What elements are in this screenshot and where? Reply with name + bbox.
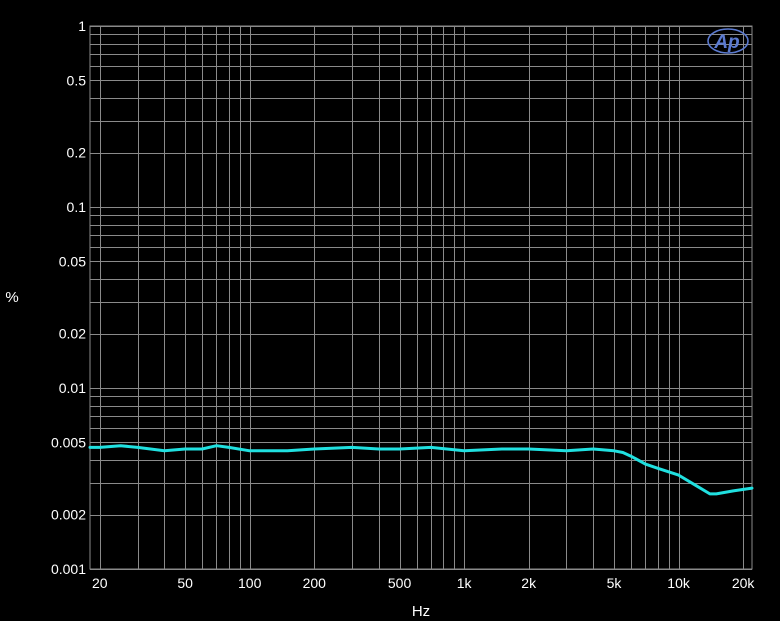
y-tick-label: 0.005 [51,434,86,450]
x-tick-label: 200 [303,575,327,591]
x-tick-label: 100 [238,575,262,591]
thd-frequency-chart: 20 50 100 200 500 1k 2k 5k 10k 20k 1 0.5 0.2 0.1 0.05… [0,0,780,621]
x-tick-label: 50 [177,575,193,591]
x-tick-label: 20k [732,575,756,591]
y-tick-label: 0.05 [59,253,86,269]
x-axis-label: Hz [412,603,430,620]
x-tick-label: 5k [607,575,623,591]
x-tick-label: 1k [457,575,473,591]
y-tick-label: 0.1 [67,199,87,215]
ap-logo-text: Ap [713,32,739,53]
x-tick-label: 10k [667,575,691,591]
y-tick-label: 0.001 [51,561,86,577]
x-tick-label: 20 [92,575,108,591]
y-tick-label: 0.2 [67,145,87,161]
x-tick-label: 2k [521,575,537,591]
y-tick-label: 0.01 [59,380,86,396]
y-tick-label: 0.5 [67,72,87,88]
y-axis-label: % [5,289,18,306]
x-tick-label: 500 [388,575,412,591]
y-tick-label: 1 [78,18,86,34]
y-tick-label: 0.02 [59,326,86,342]
y-tick-label: 0.002 [51,507,86,523]
chart-background [0,0,780,621]
